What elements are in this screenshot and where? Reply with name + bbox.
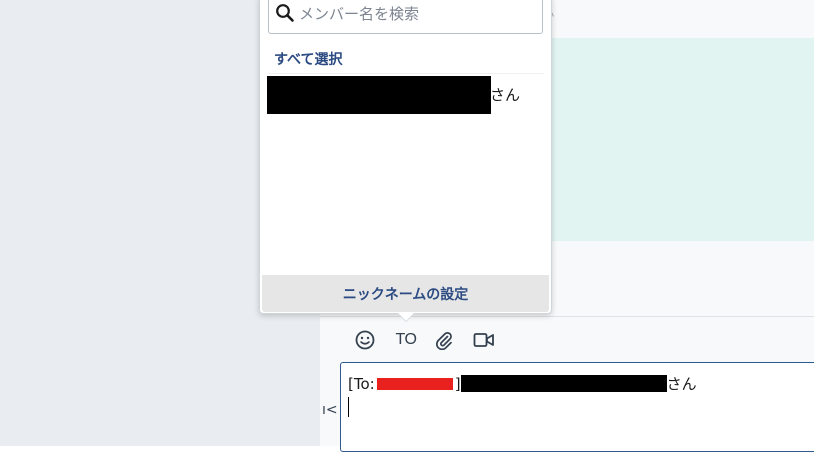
member-list-item[interactable]: さん bbox=[260, 75, 551, 114]
smile-icon bbox=[355, 330, 375, 350]
popup-pointer bbox=[398, 313, 414, 321]
select-all-link[interactable]: すべて選択 bbox=[274, 49, 342, 69]
composer-toolbar: TO bbox=[320, 317, 814, 363]
list-separator bbox=[268, 73, 544, 74]
search-icon bbox=[276, 4, 294, 22]
nickname-settings-button[interactable]: ニックネームの設定 bbox=[262, 275, 549, 312]
to-tag-prefix: [To: bbox=[348, 374, 375, 393]
message-input[interactable]: [To: ] さん bbox=[340, 362, 814, 452]
redacted-member-name bbox=[460, 375, 667, 392]
mention-popup: すべて選択 さん ニックネームの設定 bbox=[259, 0, 552, 314]
redacted-member-name bbox=[267, 76, 491, 114]
text-caret bbox=[348, 397, 349, 417]
attach-button[interactable] bbox=[432, 329, 456, 351]
member-search-input[interactable] bbox=[299, 1, 534, 27]
video-call-button[interactable] bbox=[472, 329, 496, 351]
to-button[interactable]: TO bbox=[393, 329, 419, 351]
collapse-icon[interactable]: ı< bbox=[322, 402, 338, 418]
paperclip-icon bbox=[436, 332, 452, 350]
redacted-account-id bbox=[376, 377, 453, 390]
member-search-box bbox=[268, 0, 543, 34]
member-honorific: さん bbox=[490, 86, 521, 104]
video-camera-icon bbox=[473, 333, 494, 347]
editor-text-line: [To: ] さん bbox=[348, 373, 697, 394]
honorific-suffix: さん bbox=[666, 375, 697, 393]
emoji-button[interactable] bbox=[353, 329, 377, 351]
